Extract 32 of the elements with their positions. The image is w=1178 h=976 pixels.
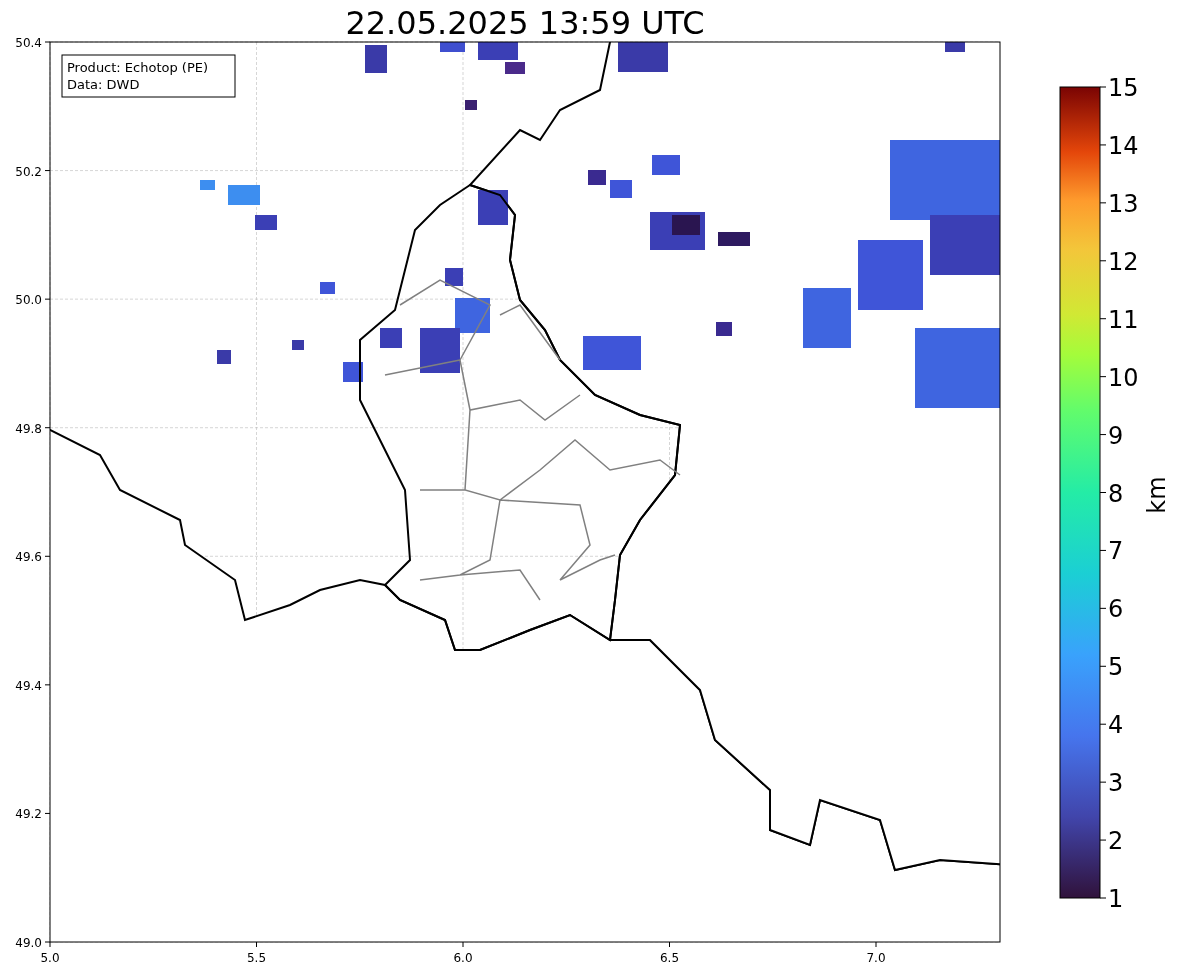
tick-label: 15 [1108, 74, 1139, 102]
tick-label: 50.2 [15, 164, 42, 179]
tick-label: 6.5 [659, 951, 680, 965]
tick-label: 50.0 [15, 293, 42, 308]
tick-label: 13 [1108, 189, 1139, 218]
tick-label: 8 [1108, 479, 1124, 508]
tick-label: 7 [1108, 537, 1124, 566]
tick-label: 10 [1108, 363, 1139, 392]
tick-label: 12 [1108, 247, 1139, 276]
tick-label: 49.0 [15, 936, 42, 950]
tick-label: 3 [1108, 769, 1124, 798]
tick-label: 6 [1108, 595, 1124, 624]
tick-label: 5 [1108, 653, 1124, 682]
tick-label: 14 [1108, 131, 1139, 160]
legend-text: Product: Echotop (PE) [67, 60, 209, 75]
tick-label: 9 [1108, 421, 1124, 450]
tick-label: 6.0 [453, 951, 473, 965]
chart-title: 22.05.2025 13:59 UTC [345, 4, 705, 42]
tick-label: 5.0 [40, 951, 60, 965]
tick-label: 49.8 [15, 421, 42, 436]
tick-label: 49.4 [15, 678, 42, 693]
legend-text: Data: DWD [67, 77, 140, 92]
tick-label: 4 [1108, 711, 1124, 740]
tick-label: 49.6 [15, 550, 42, 565]
tick-label: 11 [1108, 305, 1139, 334]
tick-label: 7.0 [866, 951, 886, 965]
colorbar-label: km [1143, 476, 1171, 514]
tick-label: 5.5 [246, 951, 267, 965]
tick-label: 50.4 [15, 36, 42, 50]
tick-label: 1 [1108, 885, 1124, 913]
tick-label: 49.2 [15, 807, 42, 822]
tick-label: 2 [1108, 827, 1124, 856]
